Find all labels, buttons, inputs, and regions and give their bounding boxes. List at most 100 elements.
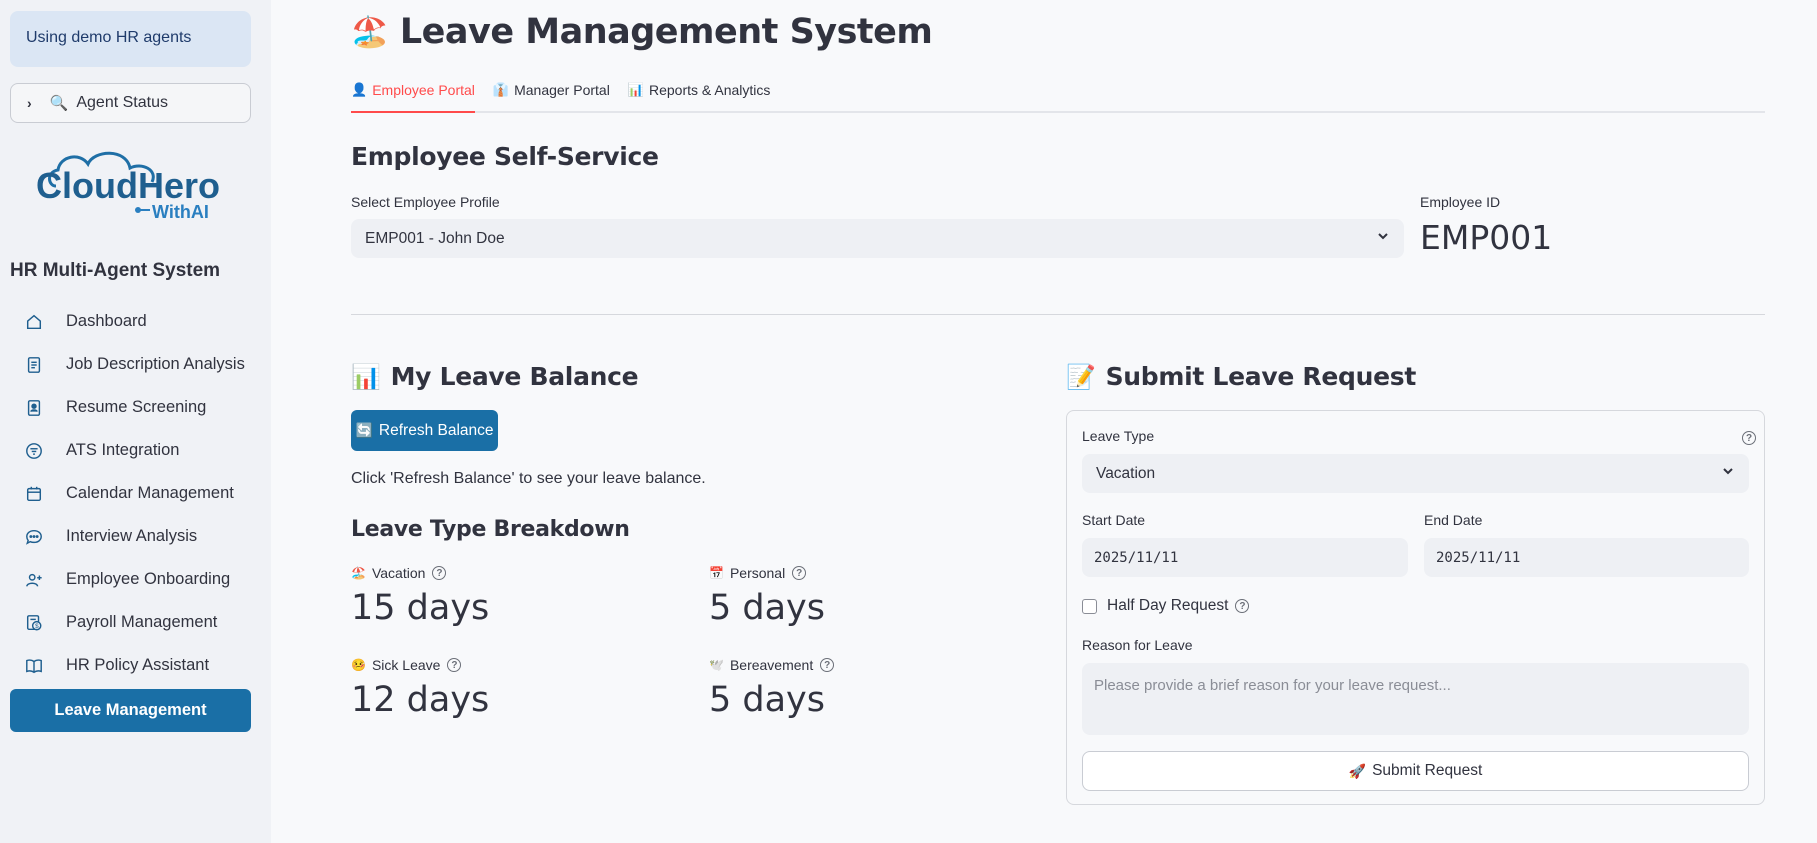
leave-breakdown-heading: Leave Type Breakdown: [351, 517, 630, 542]
main-content: 🏖️ Leave Management System 👤 Employee Po…: [351, 0, 1765, 843]
filter-icon: [24, 441, 44, 461]
agent-status-expander[interactable]: › 🔍 Agent Status: [10, 83, 251, 123]
metric-label-text: Sick Leave: [371, 657, 441, 673]
logo-sub-text: WithAI: [152, 202, 209, 222]
sidebar-item-label: Calendar Management: [66, 484, 234, 502]
metric-label-bereavement: 🕊️ Bereavement ?: [709, 657, 835, 673]
page-title: 🏖️ Leave Management System: [351, 12, 933, 52]
chevron-right-icon: ›: [27, 95, 32, 111]
sidebar-item-label: Interview Analysis: [66, 527, 198, 545]
refresh-icon: 🔄: [355, 422, 373, 438]
sidebar-item-label: Payroll Management: [66, 613, 218, 631]
metric-value-bereavement: 5 days: [709, 680, 826, 720]
tab-manager-portal[interactable]: 👔 Manager Portal: [493, 80, 610, 111]
submit-request-button[interactable]: 🚀 Submit Request: [1082, 751, 1749, 791]
leave-type-value: Vacation: [1096, 464, 1156, 482]
help-icon[interactable]: ?: [1235, 599, 1250, 613]
necktie-icon: 👔: [492, 82, 510, 97]
page-title-text: Leave Management System: [399, 12, 933, 52]
help-icon[interactable]: ?: [820, 658, 835, 672]
tab-bar: 👤 Employee Portal 👔 Manager Portal 📊 Rep…: [351, 80, 1765, 113]
sidebar-item-employee-onboarding[interactable]: Employee Onboarding: [10, 558, 251, 601]
chat-bubble-icon: [24, 527, 44, 547]
cloudhero-logo: CloudHero WithAI: [36, 151, 220, 222]
self-service-heading: Employee Self-Service: [351, 142, 659, 171]
end-date-label: End Date: [1424, 512, 1483, 528]
submit-request-heading: 📝 Submit Leave Request: [1066, 362, 1416, 391]
sidebar-item-ats-integration[interactable]: ATS Integration: [10, 429, 251, 472]
refresh-balance-label: Refresh Balance: [378, 421, 494, 439]
svg-text:$: $: [35, 622, 39, 629]
metric-label-personal: 📅 Personal ?: [709, 565, 807, 581]
submit-request-heading-text: Submit Leave Request: [1105, 362, 1417, 391]
help-icon[interactable]: ?: [432, 566, 447, 580]
chevron-down-icon: [1721, 464, 1735, 483]
metric-label-text: Bereavement: [729, 657, 814, 673]
leave-request-form: Leave Type ? Vacation Start Date 2025/11…: [1066, 410, 1765, 805]
metric-value-sick-leave: 12 days: [351, 680, 490, 720]
metric-label-sick-leave: 🤒 Sick Leave ?: [351, 657, 462, 673]
sidebar-item-interview-analysis[interactable]: Interview Analysis: [10, 515, 251, 558]
sidebar-item-hr-policy-assistant[interactable]: HR Policy Assistant: [10, 644, 251, 687]
sidebar-item-label: Dashboard: [66, 312, 147, 330]
home-icon: [24, 312, 44, 332]
metric-label-vacation: 🏖️ Vacation ?: [351, 565, 447, 581]
sidebar-item-calendar-management[interactable]: Calendar Management: [10, 472, 251, 515]
umbrella-beach-icon: 🏖️: [351, 14, 388, 50]
reason-label: Reason for Leave: [1082, 637, 1193, 653]
help-icon[interactable]: ?: [1742, 431, 1756, 445]
employee-id-label: Employee ID: [1420, 194, 1501, 210]
sidebar-item-label: Job Description Analysis: [66, 355, 245, 373]
half-day-checkbox[interactable]: [1082, 598, 1097, 614]
sidebar-item-label: Employee Onboarding: [66, 570, 231, 588]
reason-textarea[interactable]: Please provide a brief reason for your l…: [1082, 663, 1749, 735]
half-day-label: Half Day Request: [1107, 597, 1229, 614]
thermometer-face-icon: 🤒: [351, 658, 366, 672]
person-icon: 👤: [351, 82, 368, 97]
tab-label: Reports & Analytics: [649, 82, 771, 98]
system-title: HR Multi-Agent System: [10, 260, 221, 281]
tab-label: Employee Portal: [372, 82, 475, 98]
start-date-input[interactable]: 2025/11/11: [1082, 538, 1408, 577]
refresh-hint-text: Click 'Refresh Balance' to see your leav…: [351, 470, 706, 487]
metric-label-text: Vacation: [371, 565, 426, 581]
profile-select-label: Select Employee Profile: [351, 194, 500, 210]
sidebar-item-resume-screening[interactable]: Resume Screening: [10, 386, 251, 429]
sidebar-item-leave-management[interactable]: Leave Management: [10, 689, 251, 732]
metric-value-vacation: 15 days: [351, 588, 490, 628]
leave-balance-heading-text: My Leave Balance: [390, 362, 639, 391]
calendar-icon: 📅: [709, 566, 724, 580]
agent-status-label: Agent Status: [76, 94, 168, 111]
book-icon: [24, 656, 44, 676]
section-divider: [351, 314, 1765, 315]
leave-type-label: Leave Type: [1082, 428, 1155, 444]
start-date-label: Start Date: [1082, 512, 1146, 528]
rocket-icon: 🚀: [1348, 762, 1367, 779]
sidebar-item-label: Resume Screening: [66, 398, 207, 416]
bar-chart-icon: 📊: [627, 82, 644, 97]
tab-employee-portal[interactable]: 👤 Employee Portal: [351, 80, 475, 113]
help-icon[interactable]: ?: [447, 658, 462, 672]
user-add-icon: [24, 570, 44, 590]
end-date-input[interactable]: 2025/11/11: [1424, 538, 1749, 577]
leave-type-select[interactable]: Vacation: [1082, 454, 1749, 493]
sidebar-item-job-description-analysis[interactable]: Job Description Analysis: [10, 343, 251, 386]
bar-chart-icon: 📊: [351, 362, 381, 391]
sidebar-item-dashboard[interactable]: Dashboard: [10, 300, 251, 343]
memo-icon: 📝: [1066, 362, 1096, 391]
employee-id-value: EMP001: [1420, 218, 1553, 257]
help-icon[interactable]: ?: [792, 566, 807, 580]
search-icon: 🔍: [49, 95, 69, 112]
document-icon: [24, 355, 44, 375]
sidebar-item-payroll-management[interactable]: $ Payroll Management: [10, 601, 251, 644]
dove-icon: 🕊️: [709, 658, 724, 672]
metric-label-text: Personal: [729, 565, 786, 581]
employee-profile-select[interactable]: EMP001 - John Doe: [351, 219, 1404, 258]
sidebar-item-label: ATS Integration: [66, 441, 180, 459]
half-day-row: Half Day Request ?: [1082, 597, 1250, 615]
calendar-icon: [24, 484, 44, 504]
tab-reports-analytics[interactable]: 📊 Reports & Analytics: [628, 80, 771, 111]
leave-balance-heading: 📊 My Leave Balance: [351, 362, 639, 391]
sidebar-nav: Dashboard Job Description Analysis Resum…: [10, 300, 251, 732]
refresh-balance-button[interactable]: 🔄 Refresh Balance: [351, 410, 498, 451]
